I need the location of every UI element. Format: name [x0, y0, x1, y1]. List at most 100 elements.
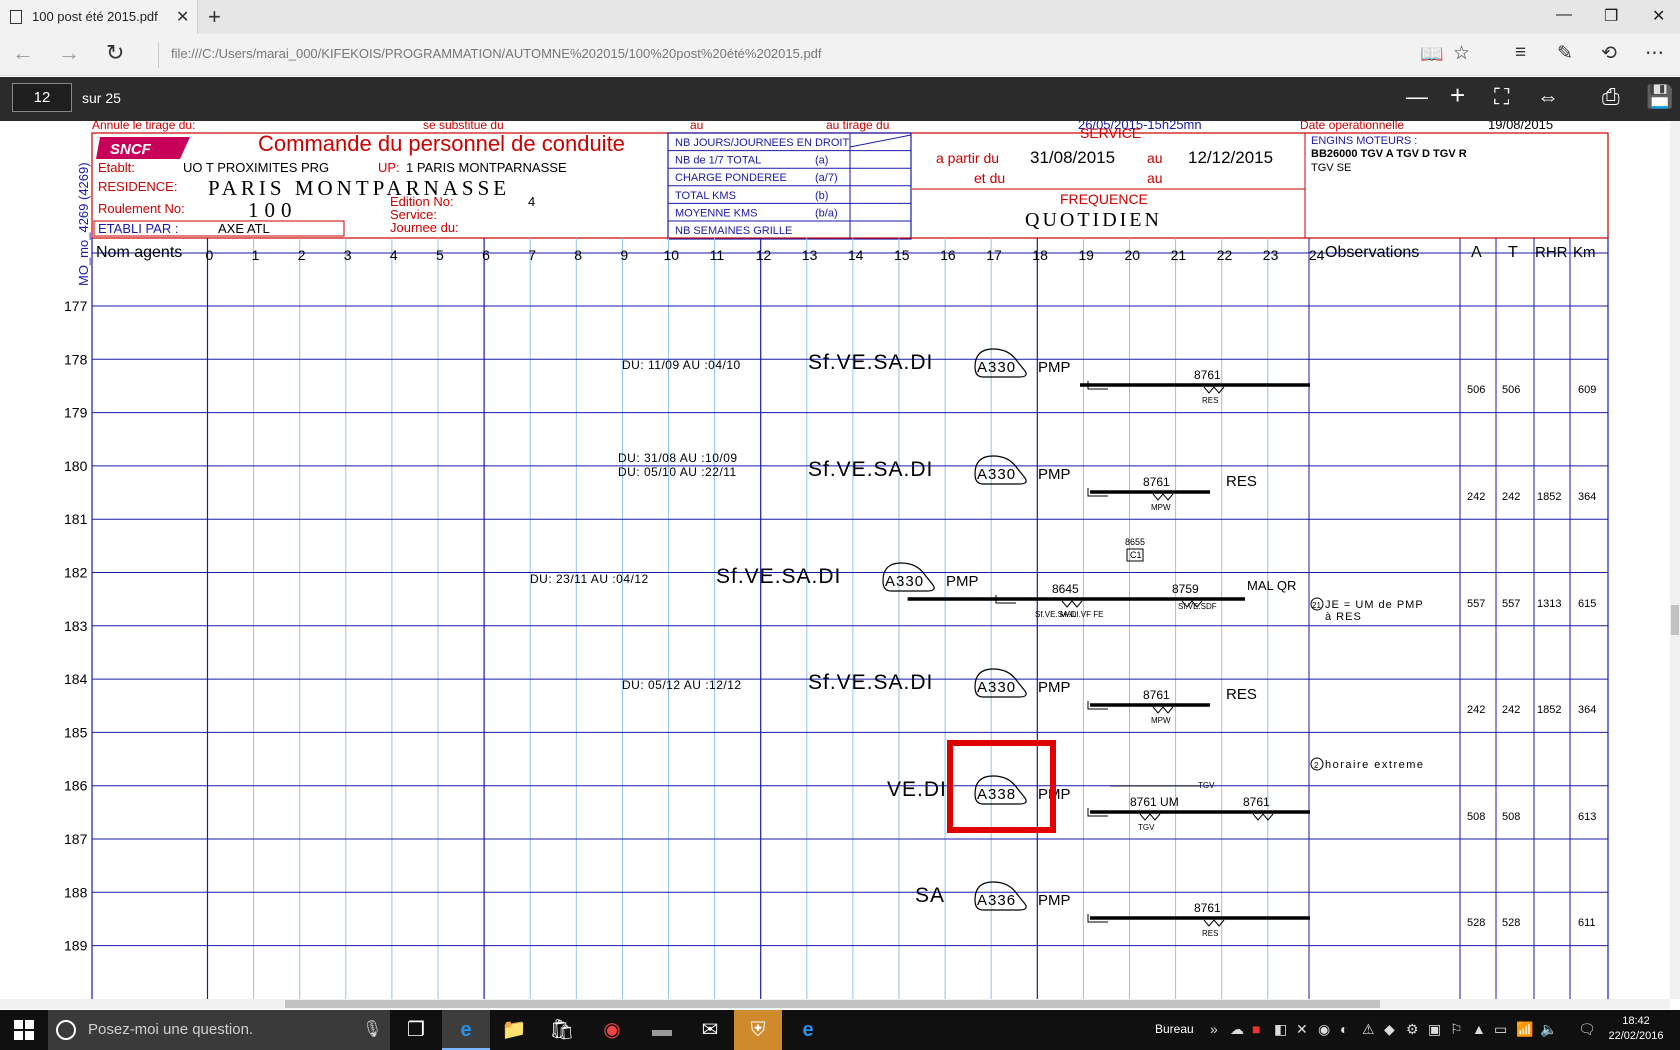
row-number: 181 [64, 511, 88, 527]
engins-title: ENGINS MOTEURS : [1311, 135, 1417, 147]
train-marker-icon [1203, 386, 1225, 394]
file-explorer-icon[interactable]: 📁 [490, 1010, 538, 1050]
fit-width-icon[interactable]: ⇔ [1537, 84, 1559, 110]
stats-label: CHARGE PONDEREE [675, 172, 787, 184]
residence-value: PARIS MONTPARNASSE [208, 176, 510, 200]
km-header: Km [1573, 244, 1596, 261]
au-label: au [690, 121, 703, 132]
volume-icon[interactable]: 🔈 [1540, 1021, 1557, 1038]
hour-label: 23 [1263, 247, 1279, 263]
windows-start-icon[interactable] [14, 1020, 34, 1040]
train-note: MPW [1151, 716, 1171, 725]
tray-app-icon-7[interactable]: ◆ [1384, 1021, 1395, 1038]
service-code: A330 [977, 466, 1016, 483]
a-value: 508 [1467, 811, 1485, 823]
tray-app-icon-11[interactable]: ▲ [1472, 1021, 1486, 1037]
chrome-icon[interactable]: ◉ [588, 1010, 636, 1050]
train-marker-icon [1061, 600, 1083, 608]
clock[interactable]: 18:42 22/02/2016 [1604, 1014, 1668, 1044]
pdf-toolbar: 12 sur 25 — + ⛶ ⇔ ⎙ 💾 [0, 77, 1680, 121]
cortana-search-box[interactable]: Posez-moi une question. 🎙 [48, 1010, 390, 1050]
task-view-icon[interactable]: ❐ [392, 1010, 440, 1050]
etablt-label: Etablt: [98, 160, 135, 175]
save-icon[interactable]: 💾 [1646, 84, 1673, 110]
edge-app-icon[interactable]: e [442, 1010, 490, 1050]
desktop-toolbar-label[interactable]: Bureau [1155, 1022, 1194, 1036]
refresh-icon[interactable]: ↻ [106, 40, 124, 66]
row-number: 189 [64, 938, 88, 954]
share-icon[interactable]: ⟲ [1601, 42, 1617, 65]
more-icon[interactable]: ⋯ [1645, 42, 1664, 65]
reading-view-icon[interactable]: 📖 [1420, 42, 1444, 66]
tray-app-icon[interactable]: ■ [1252, 1021, 1260, 1037]
microphone-icon[interactable]: 🎙 [362, 1019, 382, 1039]
clock-time: 18:42 [1622, 1015, 1650, 1027]
onedrive-icon[interactable]: ☁ [1230, 1021, 1244, 1038]
hour-label: 17 [986, 247, 1002, 263]
etablt-value: UO T PROXIMITES PRG [183, 160, 329, 175]
tray-app-icon-4[interactable]: ◉ [1318, 1021, 1330, 1038]
rhr-value: 1852 [1537, 704, 1561, 716]
stats-label: MOYENNE KMS [675, 207, 758, 219]
train-note: TGV [1138, 823, 1155, 832]
c1-label: C1 [1130, 550, 1142, 560]
page-number-input[interactable]: 12 [12, 83, 72, 112]
row-number: 178 [64, 351, 88, 367]
tray-app-icon-6[interactable]: ⚠ [1362, 1021, 1375, 1038]
web-note-icon[interactable]: ✎ [1557, 42, 1573, 65]
tray-app-icon-3[interactable]: ✕ [1296, 1021, 1308, 1038]
favorite-star-icon[interactable]: ☆ [1453, 42, 1470, 65]
train-note: Sf.VE.SDF [1178, 602, 1217, 611]
stats-table: NB JOURS/JOURNEES EN DROIT NB de 1/7 TOTA… [667, 132, 912, 240]
service-row: VE.DI A338 PMP 8761 UM 8761TGVTGV508 508 613 [887, 775, 1596, 832]
horizontal-scroll-thumb[interactable] [285, 1000, 1380, 1008]
tray-app-icon-10[interactable]: ⚐ [1450, 1021, 1463, 1038]
url-field[interactable]: file:///C:/Users/marai_000/KIFEKOIS/PROG… [171, 46, 822, 61]
new-tab-icon[interactable]: + [208, 4, 221, 30]
restore-icon[interactable]: ❐ [1604, 6, 1618, 26]
train-marker-icon [1152, 493, 1174, 501]
train-note: MPW [1151, 503, 1171, 512]
service-rows: DU: 11/09 AU :04/10 Sf.VE.SA.DI A330 PMP 876… [530, 348, 1596, 938]
up-label: UP: [378, 160, 400, 175]
service-au-label: au [1147, 150, 1163, 166]
forward-icon[interactable]: → [58, 40, 80, 66]
taskbar: Posez-moi une question. 🎙 ❐ e 📁 🛍 ◉ ▬ ✉ … [0, 1010, 1680, 1050]
internet-explorer-icon[interactable]: e [784, 1010, 832, 1050]
tray-app-icon-5[interactable]: ◐ [1340, 1021, 1348, 1037]
minimize-icon[interactable]: — [1556, 6, 1572, 24]
vertical-scroll-thumb[interactable] [1671, 605, 1679, 635]
back-icon[interactable]: ← [12, 40, 34, 66]
horizontal-scrollbar[interactable] [0, 999, 1670, 1009]
engins-line1: BB26000 TGV A TGV D TGV R [1311, 148, 1467, 160]
network-icon[interactable]: 📶 [1516, 1021, 1533, 1038]
zoom-out-icon[interactable]: — [1406, 84, 1428, 110]
zoom-in-icon[interactable]: + [1450, 80, 1465, 111]
stats-label: NB de 1/7 TOTAL [675, 155, 761, 167]
close-window-icon[interactable]: ✕ [1652, 6, 1665, 26]
fit-page-icon[interactable]: ⛶ [1494, 84, 1509, 110]
hour-label: 20 [1125, 247, 1141, 263]
frequence-value: QUOTIDIEN [1025, 209, 1162, 231]
browser-tab[interactable]: 100 post été 2015.pdf ✕ [0, 0, 198, 34]
tray-app-icon-2[interactable]: ◧ [1274, 1021, 1287, 1038]
battery-icon[interactable]: ▭ [1494, 1021, 1507, 1038]
security-shield-icon[interactable]: ⛨ [734, 1010, 782, 1050]
print-icon[interactable]: ⎙ [1602, 84, 1620, 110]
store-icon[interactable]: 🛍 [538, 1010, 586, 1050]
validity-text: DU: 23/11 AU :04/12 [530, 572, 649, 586]
svg-text:à RES: à RES [1325, 611, 1362, 623]
stats-unit: (a/7) [815, 172, 838, 184]
tray-app-icon-8[interactable]: ⚙ [1406, 1021, 1419, 1038]
chevron-icon[interactable]: » [1210, 1021, 1218, 1037]
service-row: DU: 11/09 AU :04/10 Sf.VE.SA.DI A330 PMP 876… [622, 348, 1596, 405]
service-code: A338 [977, 786, 1016, 803]
mail-icon[interactable]: ✉ [686, 1010, 734, 1050]
app-icon-5[interactable]: ▬ [638, 1010, 686, 1050]
hub-icon[interactable]: ≡ [1515, 42, 1526, 64]
vertical-scrollbar[interactable] [1670, 121, 1680, 999]
tab-close-icon[interactable]: ✕ [176, 7, 189, 27]
date-op-label: Date operationnelle [1300, 121, 1404, 132]
notifications-icon[interactable]: 🗨 [1578, 1021, 1596, 1038]
tray-app-icon-9[interactable]: ▣ [1428, 1021, 1441, 1038]
